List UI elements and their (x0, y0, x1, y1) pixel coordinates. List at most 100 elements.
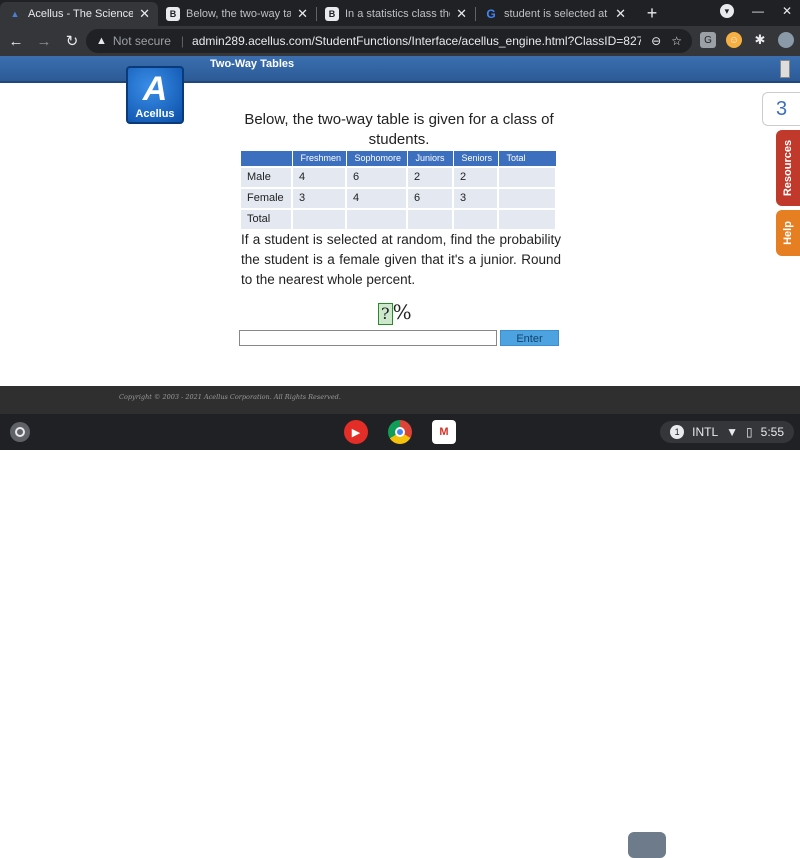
close-icon[interactable]: ✕ (139, 6, 150, 22)
tab-brainly-1[interactable]: B Below, the two-way table ✕ (158, 2, 316, 26)
acellus-logo-icon: ▲ (10, 9, 20, 19)
table-cell: 4 (291, 165, 347, 189)
google-icon: G (486, 7, 496, 21)
extensions-area: G ☺ ✱ ⋮ (700, 32, 800, 48)
question-intro: Below, the two-way table is given for a … (244, 111, 554, 148)
table-cell (345, 207, 408, 231)
question-prompt: If a student is selected at random, find… (241, 232, 561, 287)
table-row-label: Female (239, 186, 293, 210)
table-cell (291, 207, 347, 231)
minimize-icon[interactable]: — (752, 4, 764, 18)
notification-count: 1 (670, 425, 685, 439)
close-icon[interactable]: ✕ (782, 4, 792, 18)
step-number-badge: 3 (762, 92, 800, 126)
extension-icon[interactable]: ☺ (726, 32, 742, 48)
close-icon[interactable]: ✕ (456, 6, 467, 22)
lesson-header: Two-Way Tables (0, 56, 800, 83)
exit-door-icon[interactable] (780, 60, 790, 78)
browser-tab-bar: ▲ Acellus - The Science of L ✕ B Below, … (0, 0, 800, 26)
resources-label: Resources (782, 139, 795, 197)
launcher-circle-icon (15, 427, 25, 437)
table-cell: 3 (291, 186, 347, 210)
table-cell (497, 186, 557, 210)
tab-google[interactable]: G student is selected at ran ✕ (476, 2, 634, 26)
reload-icon[interactable]: ↻ (60, 32, 84, 50)
tab-search-icon[interactable]: ▾ (719, 4, 734, 18)
tab-acellus[interactable]: ▲ Acellus - The Science of L ✕ (0, 2, 158, 26)
puzzle-icon[interactable]: ✱ (752, 32, 768, 48)
answer-template: ?% (378, 300, 412, 325)
table-row: Male 4 6 2 2 (239, 165, 557, 189)
tab-title: Acellus - The Science of L (28, 8, 134, 20)
table-header-cell: Freshmen (291, 150, 347, 167)
acellus-logo: A Acellus (126, 66, 184, 124)
wifi-icon: ▼ (726, 425, 739, 439)
table-cell (497, 207, 557, 231)
bookmark-star-icon[interactable]: ☆ (671, 34, 682, 48)
table-row: Total (239, 207, 557, 231)
chrome-icon[interactable] (388, 420, 412, 444)
close-icon[interactable]: ✕ (297, 6, 308, 22)
youtube-icon[interactable]: ▶ (344, 420, 368, 444)
omnibox-divider: | (180, 34, 185, 48)
table-header-cell: Sophomore (345, 150, 408, 167)
table-row: Female 3 4 6 3 (239, 186, 557, 210)
table-header-cell (239, 150, 293, 167)
resources-tab[interactable]: Resources (776, 130, 800, 206)
lesson-title: Two-Way Tables (210, 58, 295, 70)
table-cell: 4 (345, 186, 408, 210)
table-cell (497, 165, 557, 189)
brainly-icon: B (325, 7, 339, 21)
extension-icon[interactable]: G (700, 32, 716, 48)
copyright-text: Copyright © 2003 - 2021 Acellus Corporat… (119, 393, 341, 401)
clock: 5:55 (760, 425, 784, 439)
window-controls: ▾ — ✕ (719, 4, 792, 18)
tab-title: Below, the two-way table (186, 8, 292, 20)
tab-brainly-2[interactable]: B In a statistics class there ✕ (317, 2, 475, 26)
keyboard-layout: INTL (692, 425, 719, 439)
browser-toolbar: ← → ↻ ▲ Not secure | admin289.acellus.co… (0, 26, 800, 56)
table-row-label: Male (239, 165, 293, 189)
page-footer: Copyright © 2003 - 2021 Acellus Corporat… (0, 386, 800, 414)
status-tray[interactable]: 1 INTL ▼ ▯ 5:55 (660, 421, 794, 443)
forward-icon[interactable]: → (32, 33, 56, 50)
answer-blank[interactable]: ? (378, 303, 393, 325)
table-header-cell: Juniors (406, 150, 454, 167)
answer-unit: % (392, 300, 412, 324)
close-icon[interactable]: ✕ (615, 6, 626, 22)
help-label: Help (782, 221, 794, 245)
table-cell: 2 (406, 165, 454, 189)
table-cell: 6 (406, 186, 454, 210)
back-icon[interactable]: ← (4, 33, 28, 50)
enter-button[interactable]: Enter (500, 330, 559, 346)
table-row-label: Total (239, 207, 293, 231)
zoom-icon[interactable]: ⊖ (651, 34, 661, 48)
gmail-icon[interactable]: M (432, 420, 456, 444)
table-cell: 2 (452, 165, 499, 189)
acellus-a-icon: A (142, 70, 168, 108)
battery-icon: ▯ (746, 425, 753, 439)
table-header-row: Freshmen Sophomore Juniors Seniors Total (239, 150, 557, 167)
table-cell: 3 (452, 186, 499, 210)
holding-space-thumbnail[interactable] (628, 832, 666, 858)
answer-input[interactable] (239, 330, 497, 346)
new-tab-button[interactable]: + (642, 3, 662, 24)
security-label: Not secure (112, 34, 171, 48)
table-cell (406, 207, 454, 231)
table-header-cell: Total (497, 150, 557, 167)
two-way-table: Freshmen Sophomore Juniors Seniors Total… (239, 150, 557, 231)
avatar[interactable] (778, 32, 794, 48)
logo-label: Acellus (135, 108, 175, 120)
address-bar[interactable]: ▲ Not secure | admin289.acellus.com/Stud… (86, 29, 692, 53)
chrome-center (395, 427, 405, 437)
table-cell (452, 207, 499, 231)
tab-title: In a statistics class there (345, 8, 450, 20)
os-shelf: ▶ M 1 INTL ▼ ▯ 5:55 (0, 414, 800, 858)
table-cell: 6 (345, 165, 408, 189)
warning-icon: ▲ (96, 35, 107, 47)
launcher-button[interactable] (10, 422, 30, 442)
help-tab[interactable]: Help (776, 210, 800, 256)
tab-title: student is selected at ran (504, 8, 609, 20)
table-header-cell: Seniors (452, 150, 499, 167)
brainly-icon: B (166, 7, 180, 21)
